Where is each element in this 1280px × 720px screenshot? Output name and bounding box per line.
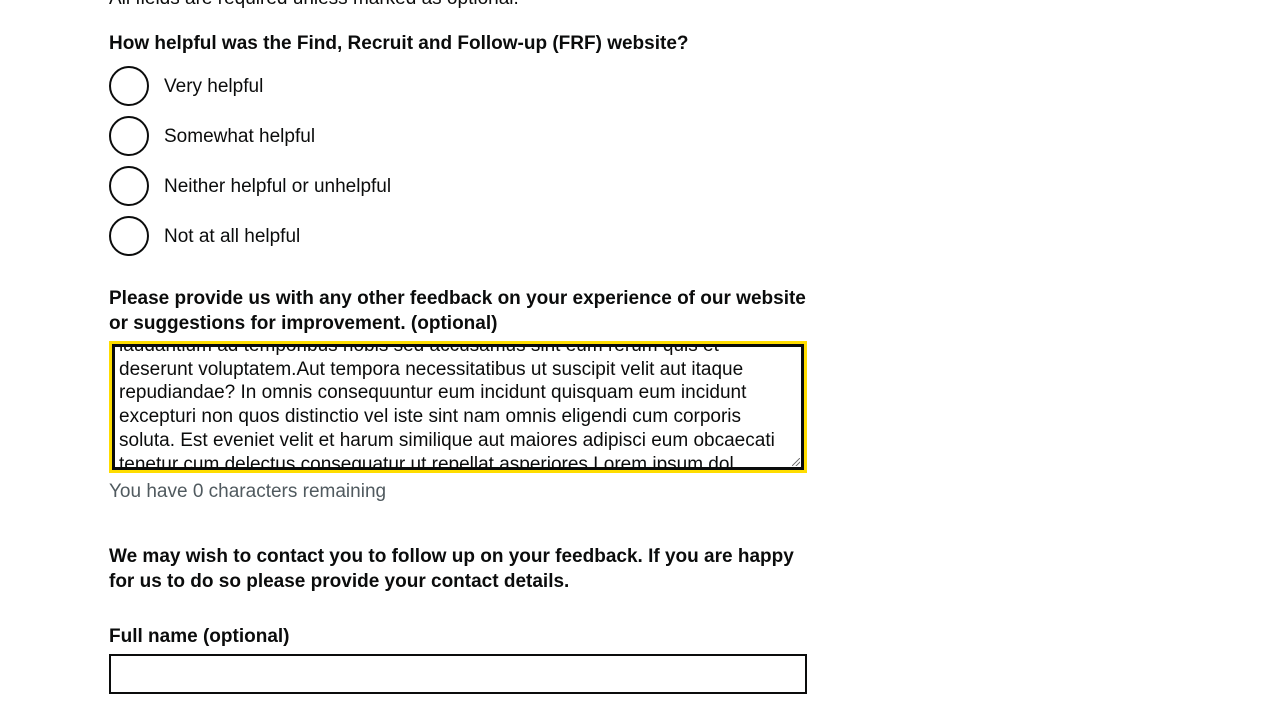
- radio-not-helpful[interactable]: Not at all helpful: [109, 216, 300, 256]
- feedback-textarea[interactable]: laudantium ad temporibus nobis sed accus…: [112, 344, 804, 470]
- radio-label[interactable]: Neither helpful or unhelpful: [164, 174, 391, 199]
- radio-label[interactable]: Very helpful: [164, 74, 263, 99]
- radio-button-icon[interactable]: [109, 66, 149, 106]
- full-name-input[interactable]: [109, 654, 807, 694]
- resize-handle-icon[interactable]: [792, 458, 800, 466]
- feedback-label: Please provide us with any other feedbac…: [109, 288, 806, 334]
- radio-very-helpful[interactable]: Very helpful: [109, 66, 263, 106]
- feedback-textarea-value: laudantium ad temporibus nobis sed accus…: [119, 344, 781, 470]
- feedback-textarea-focus-ring: laudantium ad temporibus nobis sed accus…: [109, 341, 807, 473]
- radio-button-icon[interactable]: [109, 166, 149, 206]
- radio-button-icon[interactable]: [109, 116, 149, 156]
- character-count-hint: You have 0 characters remaining: [109, 481, 387, 502]
- radio-somewhat-helpful[interactable]: Somewhat helpful: [109, 116, 315, 156]
- radio-button-icon[interactable]: [109, 216, 149, 256]
- radio-label[interactable]: Somewhat helpful: [164, 124, 315, 149]
- radio-label[interactable]: Not at all helpful: [164, 224, 300, 249]
- feedback-page: All fields are required unless marked as…: [0, 0, 1280, 720]
- radio-neither-helpful[interactable]: Neither helpful or unhelpful: [109, 166, 391, 206]
- helpfulness-question: How helpful was the Find, Recruit and Fo…: [109, 33, 689, 54]
- full-name-label: Full name (optional): [109, 626, 290, 647]
- contact-heading: We may wish to contact you to follow up …: [109, 546, 794, 592]
- required-fields-note: All fields are required unless marked as…: [109, 0, 519, 11]
